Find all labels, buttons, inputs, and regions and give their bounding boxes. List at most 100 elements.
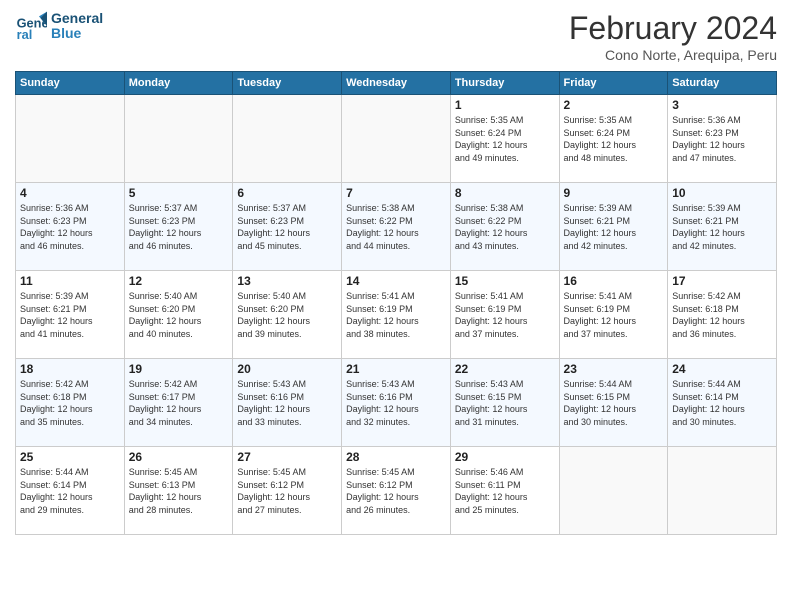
day-number: 28	[346, 450, 446, 464]
calendar-cell	[124, 95, 233, 183]
calendar-cell: 28 Sunrise: 5:45 AMSunset: 6:12 PMDayligh…	[342, 447, 451, 535]
calendar-cell: 19 Sunrise: 5:42 AMSunset: 6:17 PMDayligh…	[124, 359, 233, 447]
day-number: 25	[20, 450, 120, 464]
day-info: Sunrise: 5:37 AMSunset: 6:23 PMDaylight:…	[237, 202, 337, 252]
weekday-header-wednesday: Wednesday	[342, 72, 451, 95]
calendar-cell: 25 Sunrise: 5:44 AMSunset: 6:14 PMDayligh…	[16, 447, 125, 535]
day-number: 17	[672, 274, 772, 288]
calendar-cell: 26 Sunrise: 5:45 AMSunset: 6:13 PMDayligh…	[124, 447, 233, 535]
weekday-header-row: SundayMondayTuesdayWednesdayThursdayFrid…	[16, 72, 777, 95]
day-info: Sunrise: 5:40 AMSunset: 6:20 PMDaylight:…	[129, 290, 229, 340]
day-info: Sunrise: 5:37 AMSunset: 6:23 PMDaylight:…	[129, 202, 229, 252]
day-number: 24	[672, 362, 772, 376]
calendar-cell	[559, 447, 668, 535]
day-info: Sunrise: 5:35 AMSunset: 6:24 PMDaylight:…	[564, 114, 664, 164]
calendar-cell: 18Sunrise: 5:42 AMSunset: 6:18 PMDayligh…	[16, 359, 125, 447]
calendar-cell: 20 Sunrise: 5:43 AMSunset: 6:16 PMDayligh…	[233, 359, 342, 447]
day-number: 16	[564, 274, 664, 288]
calendar-cell: 4Sunrise: 5:36 AMSunset: 6:23 PMDaylight…	[16, 183, 125, 271]
day-number: 3	[672, 98, 772, 112]
calendar-cell: 13 Sunrise: 5:40 AMSunset: 6:20 PMDayligh…	[233, 271, 342, 359]
weekday-header-saturday: Saturday	[668, 72, 777, 95]
calendar-cell: 12 Sunrise: 5:40 AMSunset: 6:20 PMDayligh…	[124, 271, 233, 359]
day-info: Sunrise: 5:40 AMSunset: 6:20 PMDaylight:…	[237, 290, 337, 340]
calendar-title: February 2024	[569, 10, 777, 47]
day-number: 20	[237, 362, 337, 376]
calendar-cell: 7Sunrise: 5:38 AMSunset: 6:22 PMDaylight…	[342, 183, 451, 271]
day-number: 27	[237, 450, 337, 464]
day-info: Sunrise: 5:43 AMSunset: 6:15 PMDaylight:…	[455, 378, 555, 428]
day-number: 18	[20, 362, 120, 376]
calendar-cell: 2Sunrise: 5:35 AMSunset: 6:24 PMDaylight…	[559, 95, 668, 183]
day-info: Sunrise: 5:42 AMSunset: 6:17 PMDaylight:…	[129, 378, 229, 428]
calendar-cell: 3 Sunrise: 5:36 AMSunset: 6:23 PMDaylight…	[668, 95, 777, 183]
calendar-cell: 6 Sunrise: 5:37 AMSunset: 6:23 PMDaylight…	[233, 183, 342, 271]
day-number: 26	[129, 450, 229, 464]
day-number: 12	[129, 274, 229, 288]
day-info: Sunrise: 5:41 AMSunset: 6:19 PMDaylight:…	[455, 290, 555, 340]
title-block: February 2024 Cono Norte, Arequipa, Peru	[569, 10, 777, 63]
logo-line2: Blue	[51, 26, 103, 41]
day-info: Sunrise: 5:41 AMSunset: 6:19 PMDaylight:…	[346, 290, 446, 340]
calendar-week-3: 11 Sunrise: 5:39 AMSunset: 6:21 PMDayligh…	[16, 271, 777, 359]
calendar-cell: 10 Sunrise: 5:39 AMSunset: 6:21 PMDayligh…	[668, 183, 777, 271]
day-info: Sunrise: 5:42 AMSunset: 6:18 PMDaylight:…	[672, 290, 772, 340]
calendar-cell: 23 Sunrise: 5:44 AMSunset: 6:15 PMDayligh…	[559, 359, 668, 447]
day-number: 13	[237, 274, 337, 288]
day-info: Sunrise: 5:45 AMSunset: 6:12 PMDaylight:…	[346, 466, 446, 516]
calendar-cell: 1 Sunrise: 5:35 AMSunset: 6:24 PMDaylight…	[450, 95, 559, 183]
day-number: 11	[20, 274, 120, 288]
day-info: Sunrise: 5:43 AMSunset: 6:16 PMDaylight:…	[237, 378, 337, 428]
day-info: Sunrise: 5:39 AMSunset: 6:21 PMDaylight:…	[672, 202, 772, 252]
day-info: Sunrise: 5:36 AMSunset: 6:23 PMDaylight:…	[672, 114, 772, 164]
day-info: Sunrise: 5:44 AMSunset: 6:15 PMDaylight:…	[564, 378, 664, 428]
calendar-table: SundayMondayTuesdayWednesdayThursdayFrid…	[15, 71, 777, 535]
calendar-subtitle: Cono Norte, Arequipa, Peru	[569, 47, 777, 63]
day-info: Sunrise: 5:44 AMSunset: 6:14 PMDaylight:…	[20, 466, 120, 516]
day-info: Sunrise: 5:46 AMSunset: 6:11 PMDaylight:…	[455, 466, 555, 516]
calendar-week-1: 1 Sunrise: 5:35 AMSunset: 6:24 PMDaylight…	[16, 95, 777, 183]
calendar-cell	[233, 95, 342, 183]
calendar-cell: 8Sunrise: 5:38 AMSunset: 6:22 PMDaylight…	[450, 183, 559, 271]
day-number: 8	[455, 186, 555, 200]
day-info: Sunrise: 5:39 AMSunset: 6:21 PMDaylight:…	[564, 202, 664, 252]
calendar-cell: 29 Sunrise: 5:46 AMSunset: 6:11 PMDayligh…	[450, 447, 559, 535]
logo: Gene ral General Blue	[15, 10, 103, 42]
day-number: 10	[672, 186, 772, 200]
svg-text:ral: ral	[17, 27, 33, 42]
day-number: 15	[455, 274, 555, 288]
day-number: 7	[346, 186, 446, 200]
calendar-week-4: 18Sunrise: 5:42 AMSunset: 6:18 PMDayligh…	[16, 359, 777, 447]
day-number: 5	[129, 186, 229, 200]
calendar-cell: 27Sunrise: 5:45 AMSunset: 6:12 PMDayligh…	[233, 447, 342, 535]
calendar-cell: 24Sunrise: 5:44 AMSunset: 6:14 PMDayligh…	[668, 359, 777, 447]
day-number: 19	[129, 362, 229, 376]
day-number: 1	[455, 98, 555, 112]
day-number: 22	[455, 362, 555, 376]
calendar-cell: 16Sunrise: 5:41 AMSunset: 6:19 PMDayligh…	[559, 271, 668, 359]
day-number: 29	[455, 450, 555, 464]
day-number: 6	[237, 186, 337, 200]
calendar-cell: 21Sunrise: 5:43 AMSunset: 6:16 PMDayligh…	[342, 359, 451, 447]
calendar-cell	[342, 95, 451, 183]
calendar-cell: 15 Sunrise: 5:41 AMSunset: 6:19 PMDayligh…	[450, 271, 559, 359]
logo-icon: Gene ral	[15, 10, 47, 42]
weekday-header-tuesday: Tuesday	[233, 72, 342, 95]
calendar-cell	[16, 95, 125, 183]
calendar-cell	[668, 447, 777, 535]
day-info: Sunrise: 5:39 AMSunset: 6:21 PMDaylight:…	[20, 290, 120, 340]
calendar-cell: 17 Sunrise: 5:42 AMSunset: 6:18 PMDayligh…	[668, 271, 777, 359]
weekday-header-monday: Monday	[124, 72, 233, 95]
weekday-header-sunday: Sunday	[16, 72, 125, 95]
header: Gene ral General Blue February 2024 Cono…	[15, 10, 777, 63]
day-number: 14	[346, 274, 446, 288]
calendar-cell: 5 Sunrise: 5:37 AMSunset: 6:23 PMDaylight…	[124, 183, 233, 271]
day-number: 9	[564, 186, 664, 200]
calendar-week-2: 4Sunrise: 5:36 AMSunset: 6:23 PMDaylight…	[16, 183, 777, 271]
day-info: Sunrise: 5:45 AMSunset: 6:13 PMDaylight:…	[129, 466, 229, 516]
day-number: 23	[564, 362, 664, 376]
weekday-header-friday: Friday	[559, 72, 668, 95]
day-info: Sunrise: 5:36 AMSunset: 6:23 PMDaylight:…	[20, 202, 120, 252]
day-info: Sunrise: 5:35 AMSunset: 6:24 PMDaylight:…	[455, 114, 555, 164]
calendar-cell: 22 Sunrise: 5:43 AMSunset: 6:15 PMDayligh…	[450, 359, 559, 447]
